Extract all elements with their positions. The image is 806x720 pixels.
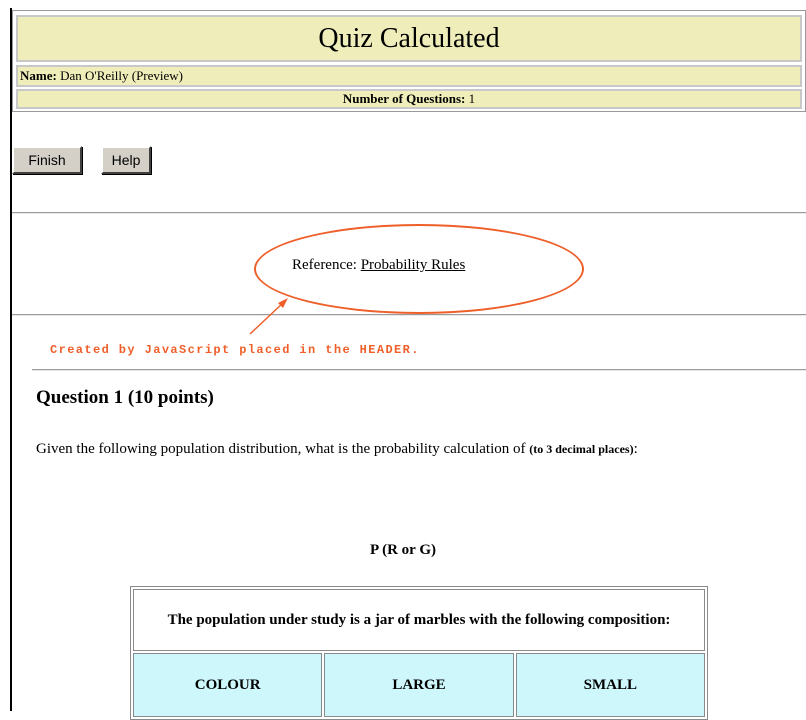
reference-label: Reference: — [292, 257, 357, 273]
name-value: Dan O'Reilly (Preview) — [60, 68, 184, 83]
name-row: Name: Dan O'Reilly (Preview) — [16, 65, 802, 87]
annotation-arrow-icon — [249, 298, 288, 335]
table-caption: The population under study is a jar of m… — [133, 589, 705, 651]
quiz-title: Quiz Calculated — [16, 15, 802, 62]
column-header-small: SMALL — [515, 653, 705, 717]
column-header-colour: COLOUR — [133, 653, 323, 717]
question-count-row: Number of Questions: 1 — [16, 89, 802, 109]
divider-middle — [12, 314, 806, 316]
question-colon: : — [633, 441, 638, 457]
question-text: Given the following population distribut… — [36, 436, 781, 462]
column-header-large: LARGE — [324, 653, 514, 717]
divider-question — [32, 369, 806, 371]
divider-top — [12, 212, 806, 214]
question-count-value: 1 — [468, 91, 476, 106]
question-count-label: Number of Questions: — [342, 91, 466, 106]
finish-button[interactable]: Finish — [12, 146, 82, 174]
probability-expression: P (R or G) — [370, 542, 436, 558]
quiz-header: Quiz Calculated Name: Dan O'Reilly (Prev… — [12, 10, 806, 112]
question-heading: Question 1 (10 points) — [36, 387, 214, 408]
question-precision: (to 3 decimal places) — [529, 442, 634, 456]
question-body: Given the following population distribut… — [36, 441, 526, 457]
help-button[interactable]: Help — [101, 146, 151, 174]
population-table: The population under study is a jar of m… — [130, 586, 708, 720]
name-label: Name: — [20, 68, 57, 83]
annotation-note: Created by JavaScript placed in the HEAD… — [50, 343, 420, 357]
probability-rules-link[interactable]: Probability Rules — [361, 257, 466, 273]
reference-line: Reference: Probability Rules — [292, 257, 465, 274]
